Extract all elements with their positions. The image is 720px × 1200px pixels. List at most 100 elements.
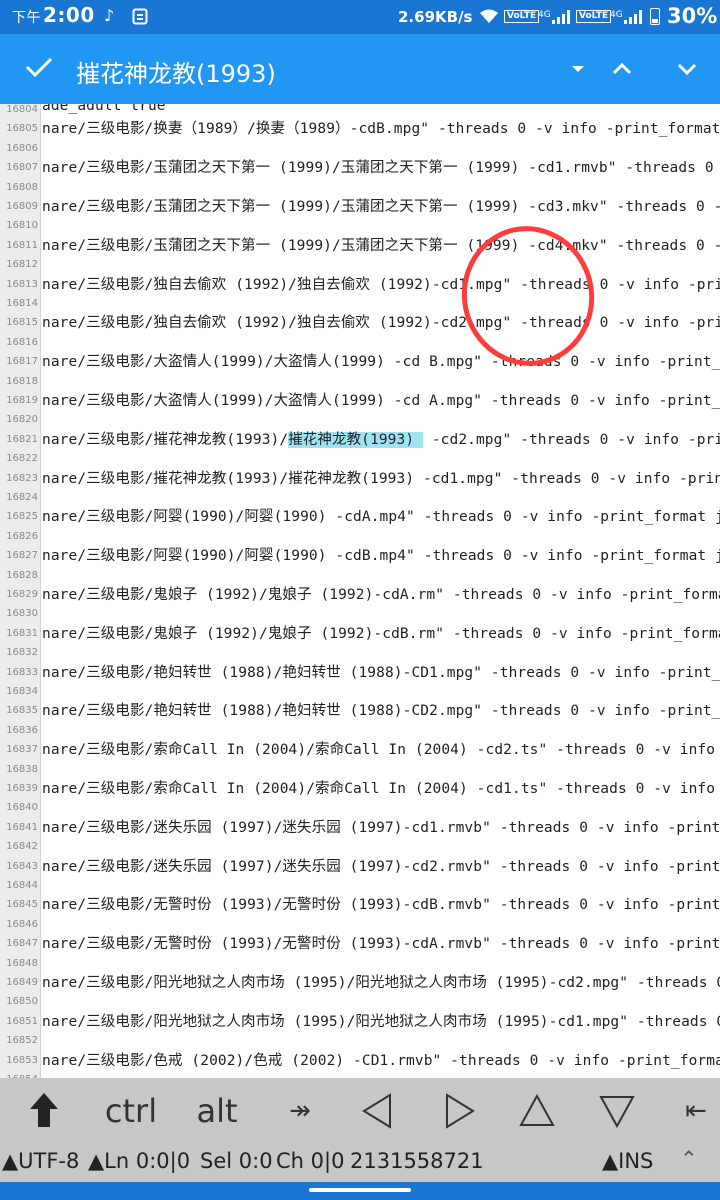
line-text[interactable]: nare/三级电影/阳光地狱之人肉市场 (1995)/阳光地狱之人肉市场 (19… <box>42 971 720 992</box>
line-number: 16845 <box>6 899 38 911</box>
editor-line[interactable]: 16809 nare/三级电影/玉蒲团之天下第一 (1999)/玉蒲团之天下第一 … <box>0 197 720 216</box>
line-number: 16839 <box>6 783 38 794</box>
alt-key[interactable]: alt <box>190 1078 244 1144</box>
search-match-highlight: 摧花神龙教(1993) <box>288 431 423 448</box>
line-text[interactable]: nare/三级电影/阳光地狱之人肉市场 (1995)/阳光地狱之人肉市场 (19… <box>42 1010 720 1031</box>
line-number: 16808 <box>6 181 38 193</box>
editor-line[interactable]: 16833 nare/三级电影/艳妇转世 (1988)/艳妇转世 (1988)-C… <box>0 663 720 682</box>
check-icon[interactable] <box>22 50 56 84</box>
text-editor[interactable]: 16804 ade_adult true 16805 nare/三级电影/换妻（198… <box>0 104 720 1078</box>
editor-line[interactable]: 16819 nare/三级电影/大盗情人(1999)/大盗情人(1999) -cd… <box>0 391 720 410</box>
line-number: 16840 <box>6 802 38 814</box>
line-number: 16832 <box>6 647 38 659</box>
triangle-right-icon <box>446 1093 475 1129</box>
line-text[interactable]: nare/三级电影/玉蒲团之天下第一 (1999)/玉蒲团之天下第一 (1999… <box>42 234 720 255</box>
editor-line[interactable]: 16839 nare/三级电影/索命Call In (2004)/索命Call I… <box>0 779 720 798</box>
selection-info: Sel 0:0 <box>200 1149 273 1173</box>
editor-line[interactable]: 16807 nare/三级电影/玉蒲团之天下第一 (1999)/玉蒲团之天下第一 … <box>0 158 720 177</box>
line-number: 16831 <box>6 627 38 639</box>
editor-line[interactable]: 16825 nare/三级电影/阿婴(1990)/阿婴(1990) -cdA.mp… <box>0 507 720 526</box>
editor-line[interactable]: 16841 nare/三级电影/迷失乐园 (1997)/迷失乐园 (1997)-c… <box>0 818 720 837</box>
left-key[interactable] <box>355 1078 399 1144</box>
editor-line[interactable]: 16815 nare/三级电影/独自去偷欢 (1992)/独自去偷欢 (1992)… <box>0 313 720 332</box>
line-number: 16822 <box>6 453 38 465</box>
line-number: 16846 <box>6 918 38 930</box>
line-text[interactable]: ade_adult true <box>42 104 166 114</box>
line-number: 16818 <box>6 375 38 387</box>
line-text[interactable]: nare/三级电影/迷失乐园 (1997)/迷失乐园 (1997)-cd1.rm… <box>42 816 720 837</box>
line-text[interactable]: nare/三级电影/摧花神龙教(1993)/摧花神龙教(1993) -cd2.m… <box>42 428 720 449</box>
line-text[interactable]: nare/三级电影/换妻（1989）/换妻（1989）-cdB.mpg" -th… <box>42 117 720 138</box>
line-text[interactable]: nare/三级电影/索命Call In (2004)/索命Call In (20… <box>42 777 720 798</box>
editor-line[interactable]: 16811 nare/三级电影/玉蒲团之天下第一 (1999)/玉蒲团之天下第一 … <box>0 236 720 255</box>
line-position[interactable]: ▲Ln 0:0|0 <box>88 1149 190 1173</box>
line-text[interactable]: nare/三级电影/鬼娘子 (1992)/鬼娘子 (1992)-cdB.rm" … <box>42 622 720 643</box>
editor-line[interactable]: 16805 nare/三级电影/换妻（1989）/换妻（1989）-cdB.mpg… <box>0 119 720 138</box>
line-text[interactable]: nare/三级电影/独自去偷欢 (1992)/独自去偷欢 (1992)-cd2.… <box>42 311 720 332</box>
right-key[interactable] <box>438 1078 482 1144</box>
line-number: 16814 <box>6 298 38 309</box>
editor-line[interactable]: 16843 nare/三级电影/迷失乐园 (1997)/迷失乐园 (1997)-c… <box>0 857 720 876</box>
editor-line[interactable]: 16851 nare/三级电影/阳光地狱之人肉市场 (1995)/阳光地狱之人肉市… <box>0 1012 720 1031</box>
expand-icon[interactable]: ⌃ <box>680 1147 698 1171</box>
line-number: 16842 <box>6 841 38 853</box>
triangle-up-icon <box>519 1093 555 1126</box>
editor-line[interactable]: 16849 nare/三级电影/阳光地狱之人肉市场 (1995)/阳光地狱之人肉市… <box>0 973 720 992</box>
line-text[interactable]: nare/三级电影/摧花神龙教(1993)/摧花神龙教(1993) -cd1.m… <box>42 467 720 488</box>
editor-line[interactable]: 16854 <box>0 1070 720 1078</box>
editor-line[interactable]: 16847 nare/三级电影/无警时份 (1993)/无警时份 (1993)-c… <box>0 934 720 953</box>
line-text[interactable]: nare/三级电影/大盗情人(1999)/大盗情人(1999) -cd A.mp… <box>42 389 720 410</box>
line-number: 16852 <box>6 1035 38 1047</box>
line-text[interactable]: nare/三级电影/迷失乐园 (1997)/迷失乐园 (1997)-cd2.rm… <box>42 855 720 876</box>
line-text[interactable]: nare/三级电影/阿婴(1990)/阿婴(1990) -cdB.mp4" -t… <box>42 544 720 565</box>
line-number: 16821 <box>6 433 38 445</box>
line-text[interactable]: nare/三级电影/色戒 (2002)/色戒 (2002) -CD1.rmvb"… <box>42 1049 720 1070</box>
editor-line[interactable]: 16845 nare/三级电影/无警时份 (1993)/无警时份 (1993)-c… <box>0 895 720 914</box>
clock: 下午 2:00 <box>12 3 95 27</box>
line-number: 16836 <box>6 724 38 736</box>
wifi-icon <box>480 9 498 23</box>
line-text[interactable]: nare/三级电影/玉蒲团之天下第一 (1999)/玉蒲团之天下第一 (1999… <box>42 195 720 216</box>
line-text[interactable]: nare/三级电影/阿婴(1990)/阿婴(1990) -cdA.mp4" -t… <box>42 505 720 526</box>
editor-line[interactable]: 16813 nare/三级电影/独自去偷欢 (1992)/独自去偷欢 (1992)… <box>0 275 720 294</box>
editor-line[interactable]: 16837 nare/三级电影/索命Call In (2004)/索命Call I… <box>0 740 720 759</box>
line-number: 16848 <box>6 957 38 969</box>
line-text[interactable]: nare/三级电影/无警时份 (1993)/无警时份 (1993)-cdB.rm… <box>42 893 720 914</box>
line-text[interactable]: nare/三级电影/玉蒲团之天下第一 (1999)/玉蒲团之天下第一 (1999… <box>42 156 720 177</box>
line-text[interactable]: nare/三级电影/无警时份 (1993)/无警时份 (1993)-cdA.rm… <box>42 932 720 953</box>
line-number: 16817 <box>6 356 38 368</box>
encoding-selector[interactable]: ▲UTF-8 <box>2 1149 79 1173</box>
up-arrow-key[interactable] <box>14 1078 74 1144</box>
chevron-down-icon[interactable] <box>672 54 702 84</box>
home-gesture-pill[interactable] <box>309 1188 411 1192</box>
line-number: 16813 <box>6 278 38 290</box>
line-number: 16810 <box>6 220 38 232</box>
line-text[interactable]: nare/三级电影/索命Call In (2004)/索命Call In (20… <box>42 738 720 759</box>
ctrl-key[interactable]: ctrl <box>98 1078 164 1144</box>
editor-line[interactable]: 16821 nare/三级电影/摧花神龙教(1993)/摧花神龙教(1993) -… <box>0 430 720 449</box>
char-info: Ch 0|0 <box>276 1149 345 1173</box>
up-key[interactable] <box>514 1078 560 1144</box>
line-text[interactable]: nare/三级电影/大盗情人(1999)/大盗情人(1999) -cd B.mp… <box>42 350 720 371</box>
line-number: 16805 <box>6 123 38 135</box>
volte-badge-2: VoLTE <box>576 10 612 23</box>
editor-line[interactable]: 16853 nare/三级电影/色戒 (2002)/色戒 (2002) -CD1.… <box>0 1051 720 1070</box>
line-text[interactable]: nare/三级电影/艳妇转世 (1988)/艳妇转世 (1988)-CD1.mp… <box>42 661 720 682</box>
insert-mode[interactable]: ▲INS <box>602 1149 653 1173</box>
chevron-up-icon[interactable] <box>607 54 637 84</box>
find-next-icon[interactable] <box>563 54 593 84</box>
editor-line[interactable]: 16835 nare/三级电影/艳妇转世 (1988)/艳妇转世 (1988)-C… <box>0 701 720 720</box>
line-text[interactable]: nare/三级电影/独自去偷欢 (1992)/独自去偷欢 (1992)-cd1.… <box>42 273 720 294</box>
down-key[interactable] <box>594 1078 640 1144</box>
line-number: 16807 <box>6 162 38 174</box>
line-text[interactable]: nare/三级电影/鬼娘子 (1992)/鬼娘子 (1992)-cdA.rm" … <box>42 583 720 604</box>
editor-line[interactable]: 16823 nare/三级电影/摧花神龙教(1993)/摧花神龙教(1993) -… <box>0 469 720 488</box>
editor-line[interactable]: 16831 nare/三级电影/鬼娘子 (1992)/鬼娘子 (1992)-cdB… <box>0 624 720 643</box>
editor-line[interactable]: 16829 nare/三级电影/鬼娘子 (1992)/鬼娘子 (1992)-cdA… <box>0 585 720 604</box>
line-text[interactable]: nare/三级电影/艳妇转世 (1988)/艳妇转世 (1988)-CD2.mp… <box>42 699 720 720</box>
editor-line[interactable]: 16817 nare/三级电影/大盗情人(1999)/大盗情人(1999) -cd… <box>0 352 720 371</box>
editor-line[interactable]: 16827 nare/三级电影/阿婴(1990)/阿婴(1990) -cdB.mp… <box>0 546 720 565</box>
tab-key[interactable]: ↠ <box>280 1078 320 1144</box>
home-key[interactable]: ⇤ <box>676 1078 716 1144</box>
line-number: 16833 <box>6 666 38 678</box>
